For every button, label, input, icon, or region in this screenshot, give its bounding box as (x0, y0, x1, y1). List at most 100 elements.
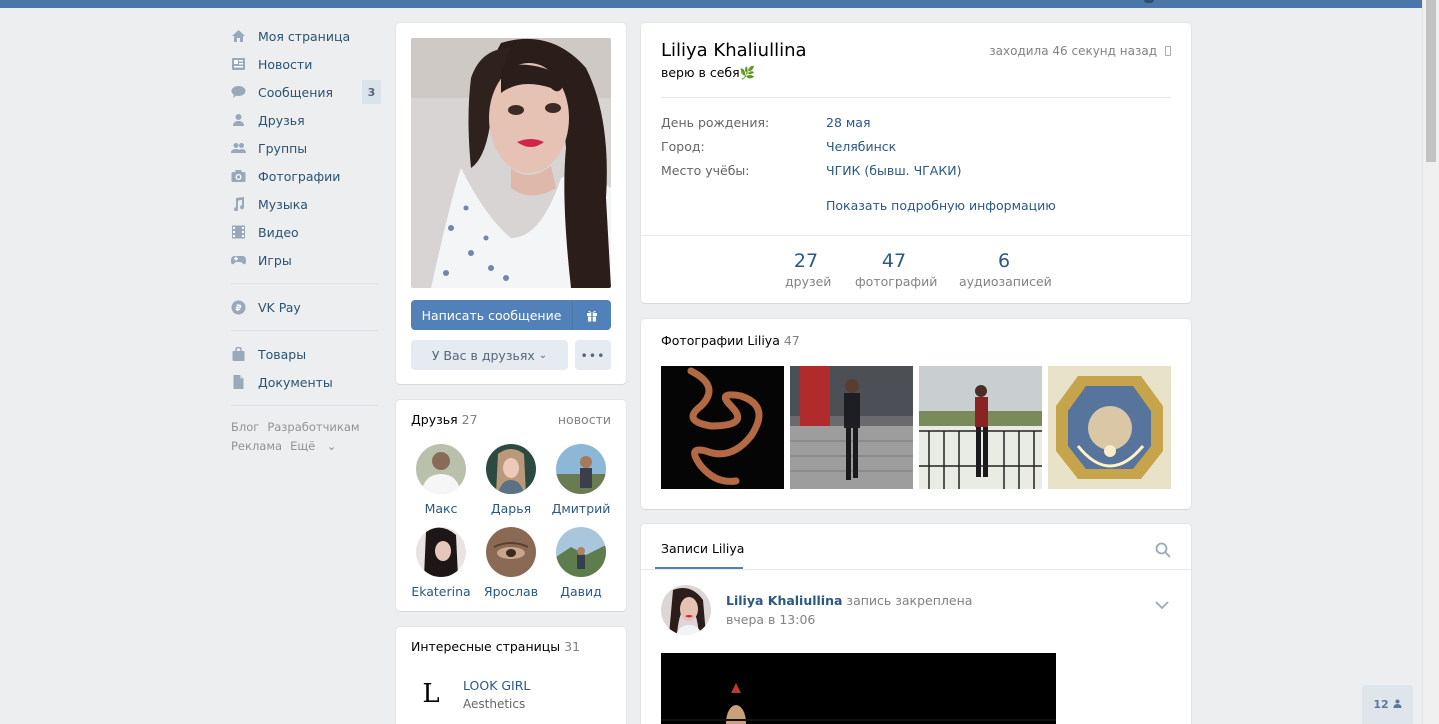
scrollbar-thumb[interactable] (1426, 0, 1436, 162)
counter-label: друзей (785, 274, 832, 289)
pages-count: 31 (564, 639, 581, 654)
online-status-label: заходила 46 секунд назад (989, 44, 1157, 58)
pages-title: Интересные страницы (411, 639, 561, 654)
sidebar-item-vkpay[interactable]: ₽ VK Pay (231, 293, 381, 321)
interesting-pages-block: Интересные страницы 31 L LOOK GIRL Aesthe… (396, 627, 626, 724)
sidebar-item-video[interactable]: Видео (231, 218, 381, 246)
sidebar-item-games[interactable]: Игры (231, 246, 381, 274)
mini-chat-button[interactable]: 12 (1362, 685, 1413, 724)
page-logo: L (422, 679, 440, 709)
photos-title: Фотографии Liliya (661, 333, 780, 348)
counter-friends[interactable]: 27 друзей (785, 250, 832, 289)
sidebar-item-groups[interactable]: Группы (231, 134, 381, 162)
friendship-status-label: У Вас в друзьях (431, 347, 535, 363)
send-message-label: Написать сообщение (421, 307, 562, 323)
footer-link-ads[interactable]: Реклама (231, 439, 282, 453)
chevron-down-icon: ⌄ (538, 349, 548, 361)
sidebar-item-my-page[interactable]: Моя страница (231, 22, 381, 50)
sidebar-item-label: Новости (258, 56, 313, 72)
sidebar-item-news[interactable]: Новости (231, 50, 381, 78)
photos-count: 47 (783, 333, 800, 348)
birthday-label: День рождения: (661, 115, 770, 130)
messages-icon (231, 85, 246, 99)
counter-label: фотографий (855, 274, 938, 289)
divider (661, 97, 1171, 98)
sidebar-item-label: Моя страница (258, 28, 351, 44)
search-icon[interactable] (1155, 542, 1171, 558)
education-label: Место учёбы: (661, 163, 750, 178)
sidebar-item-label: Фотографии (258, 168, 341, 184)
photo-thumbnail[interactable] (790, 366, 913, 489)
mobile-icon (1165, 46, 1171, 56)
avatar (556, 444, 606, 494)
photos-block: Фотографии Liliya 47 (641, 319, 1191, 509)
tab-wall-posts[interactable]: Записи Liliya (661, 541, 744, 556)
divider (641, 569, 1191, 570)
friend-item[interactable]: Ярослав (476, 527, 546, 599)
profile-status[interactable]: верю в себя🌿 (661, 65, 755, 81)
city-label: Город: (661, 139, 705, 154)
photo-thumbnail[interactable] (661, 366, 784, 489)
divider (231, 283, 378, 284)
send-message-button[interactable]: Написать сообщение (411, 300, 611, 330)
friend-item[interactable]: Дмитрий (546, 444, 616, 516)
music-icon (231, 197, 246, 211)
avatar (416, 444, 466, 494)
friends-news-link[interactable]: новости (558, 412, 611, 427)
friend-item[interactable]: Ekaterina (406, 527, 476, 599)
chevron-down-icon[interactable] (1155, 598, 1169, 610)
home-icon (231, 29, 246, 43)
friends-header[interactable]: Друзья 27 (411, 412, 478, 427)
friend-icon (231, 113, 246, 127)
gift-icon[interactable] (573, 309, 611, 322)
friendship-status-button[interactable]: У Вас в друзьях ⌄ (411, 340, 568, 370)
friend-item[interactable]: Дарья (476, 444, 546, 516)
page-item[interactable]: L LOOK GIRL Aesthetics (411, 674, 530, 714)
post-header: Liliya Khaliullina запись закреплена (726, 593, 972, 608)
profile-photo[interactable] (411, 38, 611, 288)
sidebar-item-music[interactable]: Музыка (231, 190, 381, 218)
counter-photos[interactable]: 47 фотографий (855, 250, 938, 289)
friend-item[interactable]: Давид (546, 527, 616, 599)
sidebar-item-photos[interactable]: Фотографии (231, 162, 381, 190)
footer-link-more[interactable]: Ещё ⌄ (290, 439, 344, 453)
avatar[interactable] (661, 585, 711, 635)
sidebar-item-label: Сообщения (258, 84, 334, 100)
wall-block: Записи Liliya Liliya Khaliullina запись … (641, 524, 1191, 724)
photo-thumbnail[interactable] (919, 366, 1042, 489)
counter-audio[interactable]: 6 аудиозаписей (959, 250, 1052, 289)
city-value[interactable]: Челябинск (826, 139, 896, 154)
post-image[interactable] (661, 653, 1056, 724)
pages-header[interactable]: Интересные страницы 31 (411, 639, 580, 654)
header-icon[interactable] (1144, 0, 1154, 3)
video-icon (231, 225, 246, 239)
page-scrollbar[interactable] (1422, 0, 1439, 724)
profile-name: Liliya Khaliullina (661, 40, 807, 61)
post-author-link[interactable]: Liliya Khaliullina (726, 593, 842, 608)
friends-title: Друзья (411, 412, 458, 427)
post-timestamp[interactable]: вчера в 13:06 (726, 612, 815, 627)
footer-link-dev[interactable]: Разработчикам (267, 420, 359, 434)
groups-icon (231, 141, 246, 155)
sidebar-item-friends[interactable]: Друзья (231, 106, 381, 134)
avatar (416, 527, 466, 577)
sidebar-item-documents[interactable]: Документы (231, 368, 381, 396)
online-friends-count: 12 (1373, 698, 1389, 711)
left-sidebar: Моя страница Новости Сообщения 3 Друзья … (231, 22, 381, 456)
education-value[interactable]: ЧГИК (бывш. ЧГАКИ) (826, 163, 961, 178)
more-actions-button[interactable]: ••• (575, 340, 611, 370)
footer-more-label: Ещё (290, 439, 316, 453)
camera-icon (231, 169, 246, 183)
photos-header[interactable]: Фотографии Liliya 47 (661, 333, 800, 348)
counter-value: 6 (997, 250, 1011, 272)
friend-name: Макс (424, 501, 458, 516)
friend-item[interactable]: Макс (406, 444, 476, 516)
friend-icon (1393, 698, 1402, 711)
counter-label: аудиозаписей (959, 274, 1052, 289)
show-more-info-link[interactable]: Показать подробную информацию (826, 198, 1056, 213)
sidebar-item-messages[interactable]: Сообщения 3 (231, 78, 381, 106)
birthday-value[interactable]: 28 мая (826, 115, 871, 130)
sidebar-item-goods[interactable]: Товары (231, 340, 381, 368)
footer-link-blog[interactable]: Блог (231, 420, 259, 434)
photo-thumbnail[interactable] (1048, 366, 1171, 489)
